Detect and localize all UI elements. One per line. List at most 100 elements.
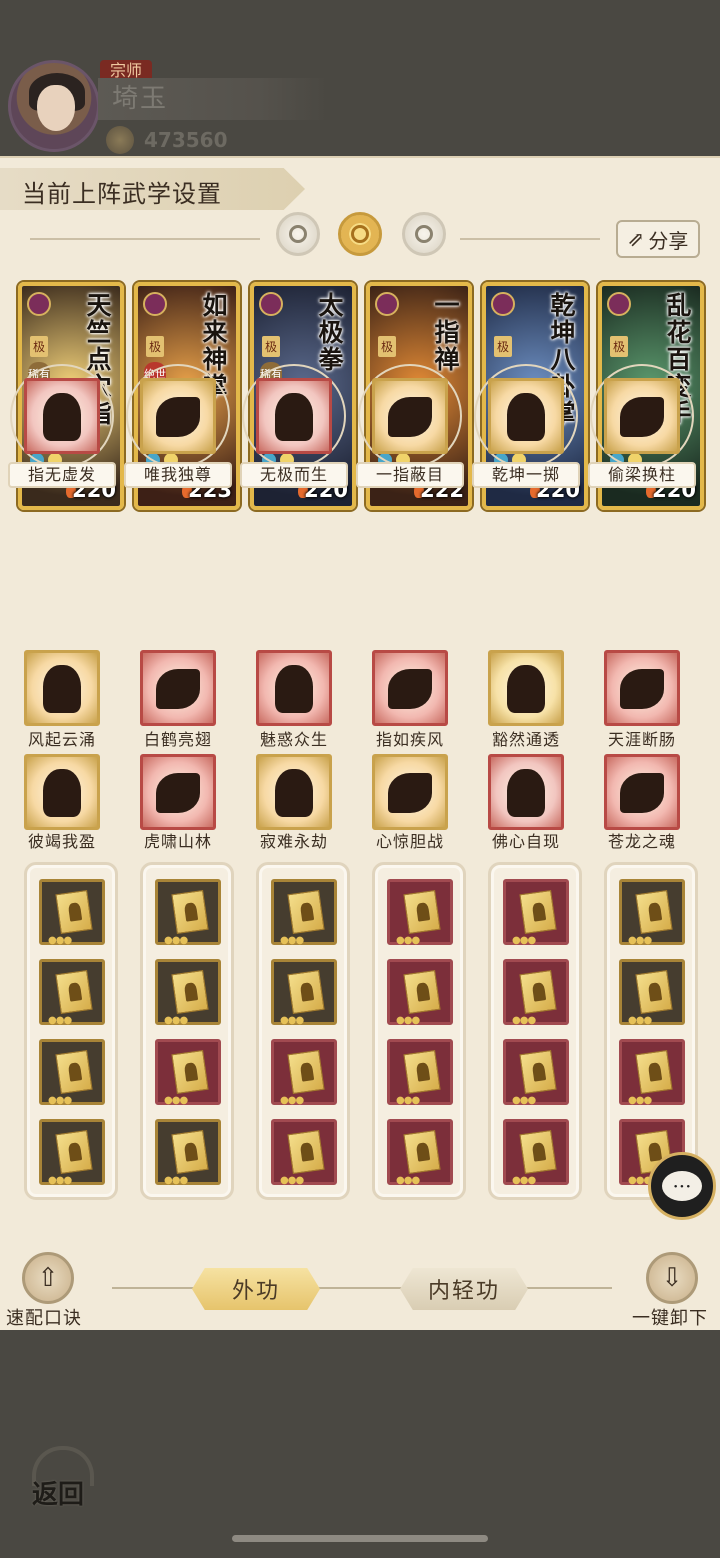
- manual-scroll-icon: [55, 1049, 93, 1095]
- chat-button[interactable]: ···: [648, 1152, 716, 1220]
- skill-icon-slot[interactable]: [370, 752, 450, 832]
- manual-slot[interactable]: ●●●: [271, 1119, 337, 1186]
- skill-name: 豁然通透: [491, 730, 560, 749]
- manual-slot[interactable]: ●●●: [387, 1039, 453, 1106]
- quick-match-button[interactable]: ⇧: [22, 1252, 74, 1304]
- manual-slot[interactable]: ●●●: [619, 1039, 685, 1106]
- manual-slot[interactable]: ●●●: [503, 1119, 569, 1186]
- manual-slot[interactable]: ●●●: [503, 1039, 569, 1106]
- manual-slot[interactable]: ●●●: [155, 1119, 221, 1186]
- skill-icon-slot[interactable]: [138, 648, 218, 728]
- manual-slot[interactable]: ●●●: [39, 1119, 105, 1186]
- level-dots: ●●●: [48, 1095, 72, 1106]
- manual-slot[interactable]: ●●●: [155, 1039, 221, 1106]
- manual-slot[interactable]: ●●●: [271, 1039, 337, 1106]
- skill-icon-slot[interactable]: [254, 648, 334, 728]
- skill-silhouette-icon: [620, 773, 664, 814]
- share-button[interactable]: ⇗ 分享: [616, 220, 700, 258]
- skill-name: 指无虚发: [8, 462, 116, 488]
- card-name: 一指禅: [434, 291, 460, 374]
- skill-name: 苍龙之魂: [607, 832, 676, 851]
- skill-icon-slot[interactable]: [370, 648, 450, 728]
- share-label: 分享: [648, 228, 689, 253]
- manual-column: ●●● ●●● ●●● ●●●: [488, 862, 582, 1200]
- skill-icon-slot[interactable]: [602, 648, 682, 728]
- skill-silhouette-icon: [156, 669, 200, 710]
- skill-icon-slot[interactable]: [486, 376, 566, 456]
- skill-icon-slot[interactable]: [486, 752, 566, 832]
- level-dots: ●●●: [164, 1175, 188, 1186]
- skill-icon-slot[interactable]: [254, 376, 334, 456]
- skill-icon-slot[interactable]: [370, 376, 450, 456]
- level-dots: ●●●: [164, 935, 188, 946]
- level-dots: ●●●: [396, 935, 420, 946]
- mode-ring-button[interactable]: [402, 212, 446, 256]
- manual-slot[interactable]: ●●●: [155, 879, 221, 946]
- manual-slot[interactable]: ●●●: [619, 959, 685, 1026]
- mode-sun-button[interactable]: [338, 212, 382, 256]
- manual-slot[interactable]: ●●●: [155, 959, 221, 1026]
- back-button[interactable]: 返回: [26, 1440, 100, 1514]
- unload-all-button[interactable]: ⇩: [646, 1252, 698, 1304]
- level-dots: ●●●: [628, 1015, 652, 1026]
- skill-silhouette-icon: [388, 773, 432, 814]
- chat-icon: ···: [662, 1171, 702, 1201]
- skill-name: 风起云涌: [27, 730, 96, 749]
- skill-name: 彼竭我盈: [27, 832, 96, 851]
- manual-slot[interactable]: ●●●: [503, 879, 569, 946]
- skill-icon-slot[interactable]: [22, 752, 102, 832]
- manual-column: ●●● ●●● ●●● ●●●: [604, 862, 698, 1200]
- skill-icon-slot[interactable]: [486, 648, 566, 728]
- player-avatar[interactable]: [8, 60, 100, 152]
- level-dots: ●●●: [48, 1015, 72, 1026]
- skill-name: 天涯断肠: [607, 730, 676, 749]
- skill-silhouette-icon: [507, 769, 545, 818]
- skill-silhouette-icon: [43, 769, 81, 818]
- manual-slot[interactable]: ●●●: [619, 879, 685, 946]
- skill-name: 指如疾风: [375, 730, 444, 749]
- manual-scroll-icon: [519, 969, 557, 1015]
- skill-icon-slot[interactable]: [602, 752, 682, 832]
- manual-slot[interactable]: ●●●: [387, 879, 453, 946]
- manual-scroll-icon: [403, 1129, 441, 1175]
- manual-slot[interactable]: ●●●: [39, 1039, 105, 1106]
- sun-icon: [351, 225, 369, 243]
- level-dots: ●●●: [280, 1015, 304, 1026]
- skill-name: 唯我独尊: [124, 462, 232, 488]
- skill-silhouette-icon: [43, 665, 81, 714]
- manual-column: ●●● ●●● ●●● ●●●: [24, 862, 118, 1200]
- sect-gem-icon: [375, 292, 399, 316]
- manual-slot[interactable]: ●●●: [387, 959, 453, 1026]
- tab-outer-skill[interactable]: 外功: [192, 1268, 320, 1310]
- skill-silhouette-icon: [43, 393, 81, 442]
- skill-name: 无极而生: [240, 462, 348, 488]
- skill-name: 寂难永劫: [259, 832, 328, 851]
- skill-icon-slot[interactable]: [138, 376, 218, 456]
- skill-icon-slot[interactable]: [22, 648, 102, 728]
- manual-slot[interactable]: ●●●: [39, 959, 105, 1026]
- card-grade: 极: [610, 336, 628, 357]
- skill-icon-slot[interactable]: [138, 752, 218, 832]
- skill-name: 魅惑众生: [259, 730, 328, 749]
- manual-slot[interactable]: ●●●: [387, 1119, 453, 1186]
- level-dots: ●●●: [628, 1095, 652, 1106]
- manual-slot[interactable]: ●●●: [39, 879, 105, 946]
- manual-column: ●●● ●●● ●●● ●●●: [372, 862, 466, 1200]
- skill-icon-slot[interactable]: [22, 376, 102, 456]
- level-dots: ●●●: [512, 1015, 536, 1026]
- manual-slot[interactable]: ●●●: [271, 959, 337, 1026]
- tab-divider: [112, 1287, 612, 1289]
- skill-silhouette-icon: [507, 665, 545, 714]
- home-indicator: [232, 1535, 488, 1542]
- skill-silhouette-icon: [388, 397, 432, 438]
- skill-icon-slot[interactable]: [254, 752, 334, 832]
- manual-slot[interactable]: ●●●: [503, 959, 569, 1026]
- manual-slot[interactable]: ●●●: [271, 879, 337, 946]
- skill-silhouette-icon: [156, 397, 200, 438]
- player-name: 埼玉: [98, 78, 328, 120]
- skill-icon-slot[interactable]: [602, 376, 682, 456]
- mode-crescent-button[interactable]: [276, 212, 320, 256]
- tab-inner-skill[interactable]: 内轻功: [400, 1268, 528, 1310]
- skill-silhouette-icon: [620, 397, 664, 438]
- level-dots: ●●●: [164, 1095, 188, 1106]
